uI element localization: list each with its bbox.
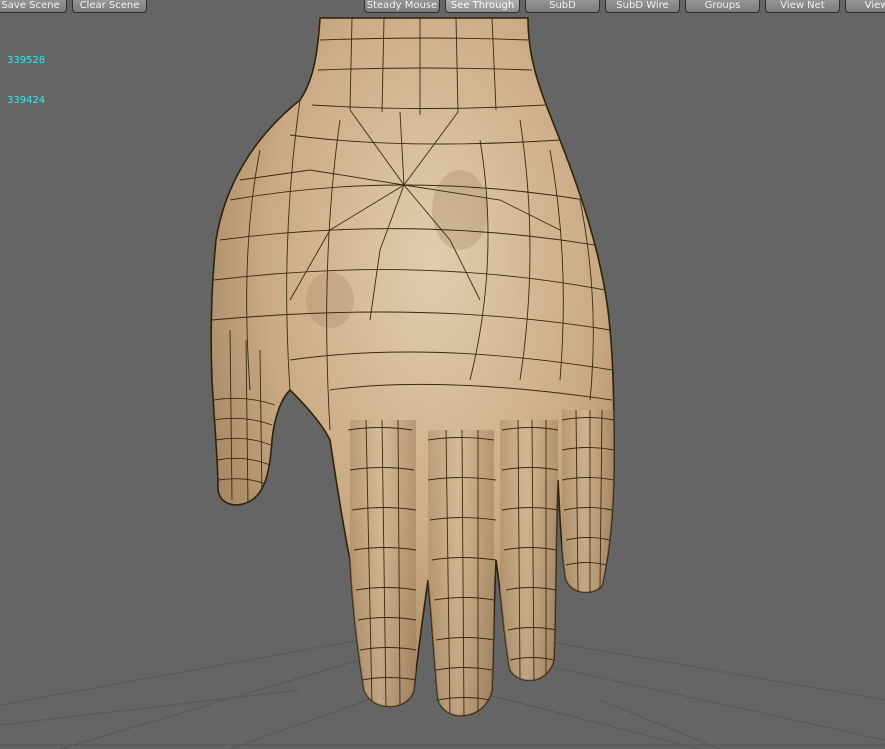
see-through-button[interactable]: See Through	[445, 0, 520, 13]
hand-mesh[interactable]	[210, 17, 615, 730]
stat-readout-2: 339424	[7, 95, 46, 106]
save-scene-button[interactable]: Save Scene	[0, 0, 67, 13]
steady-mouse-button[interactable]: Steady Mouse	[364, 0, 440, 13]
groups-button[interactable]: Groups	[685, 0, 760, 13]
clear-scene-button[interactable]: Clear Scene	[72, 0, 147, 13]
stat-readout-1: 339528	[7, 55, 46, 66]
subd-wire-button[interactable]: SubD Wire	[605, 0, 680, 13]
view-m-button[interactable]: View M	[845, 0, 885, 13]
3d-viewport[interactable]	[0, 0, 885, 749]
subd-button[interactable]: SubD	[525, 0, 600, 13]
view-net-button[interactable]: View Net	[765, 0, 840, 13]
app-window: Save Scene Clear Scene Steady Mouse See …	[0, 0, 885, 749]
viewport-toolbar: Save Scene Clear Scene Steady Mouse See …	[0, 0, 885, 14]
